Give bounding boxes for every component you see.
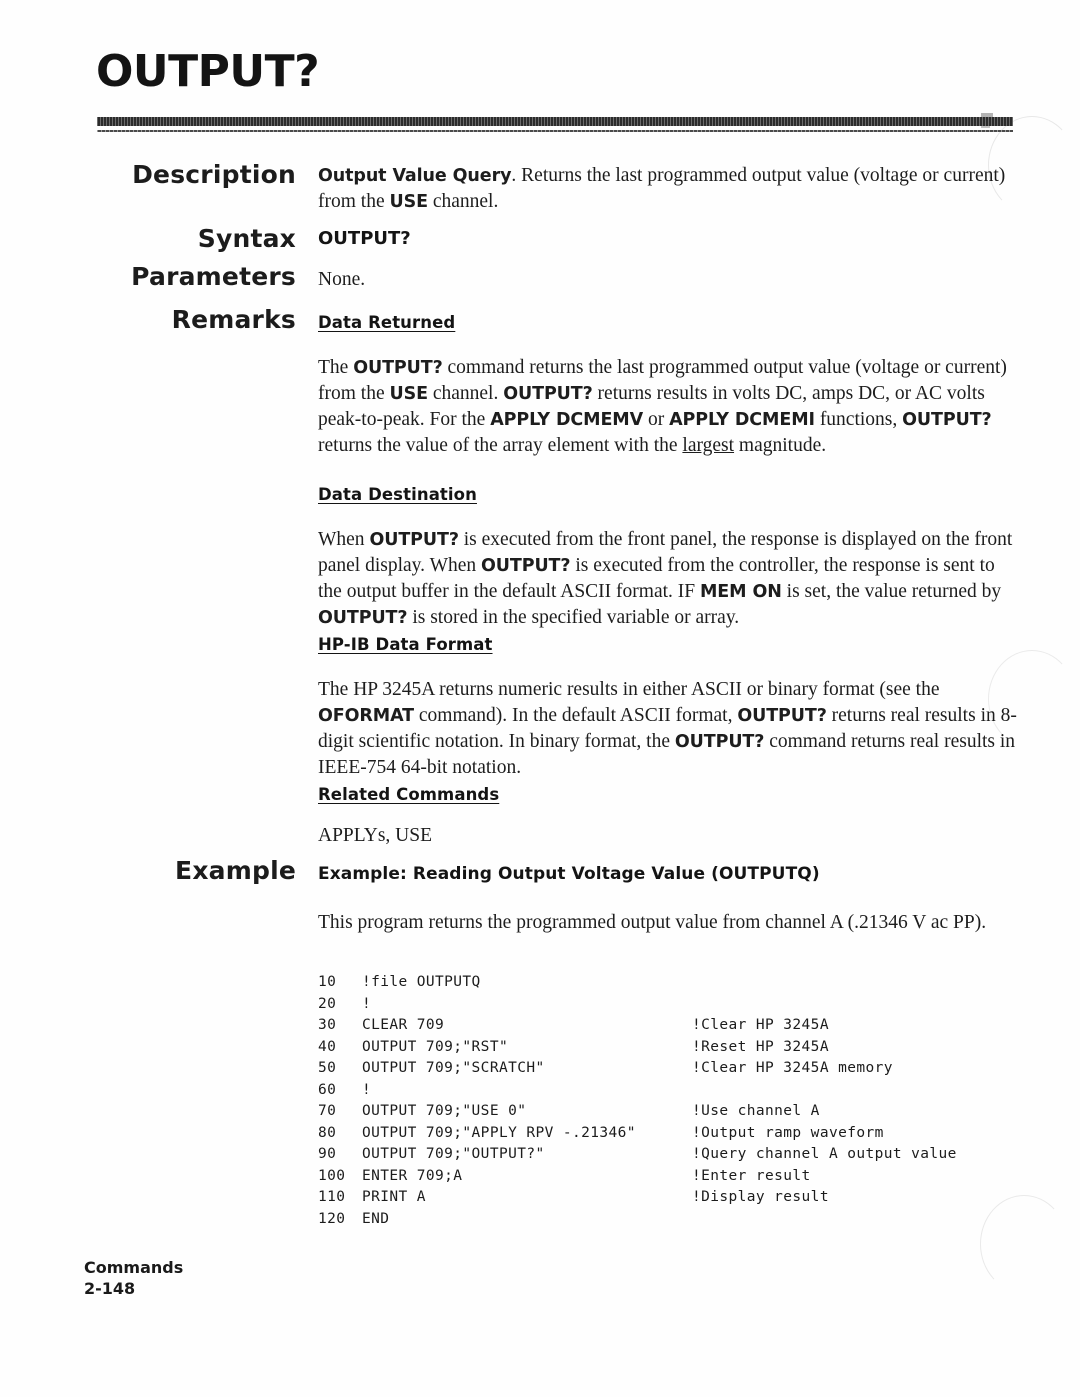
code-line: 40 OUTPUT 709;"RST" !Reset HP 3245A (318, 1037, 957, 1059)
code-line-source: OUTPUT 709;"OUTPUT?" (362, 1146, 545, 1162)
description-paragraph: Output Value Query. Returns the last pro… (318, 163, 1018, 215)
dr-t8: magnitude. (734, 435, 827, 456)
code-line-source: OUTPUT 709;"APPLY RPV -.21346" (362, 1124, 636, 1141)
hp-b3: OUTPUT? (674, 732, 765, 752)
code-line-source: OUTPUT 709;"SCRATCH" (362, 1060, 545, 1076)
subheading-hpib-data-format: HP-IB Data Format (318, 635, 493, 654)
page-footer: Commands 2-148 (84, 1257, 183, 1299)
code-line: 30 CLEAR 709 !Clear HP 3245A (318, 1015, 957, 1037)
code-line-source: CLEAR 709 (362, 1017, 445, 1033)
dd-t1: When (318, 529, 370, 550)
code-line-number: 80 (318, 1124, 337, 1141)
code-line-source: ENTER 709;A (362, 1167, 463, 1184)
dr-b5: APPLY DCMEMI (669, 410, 815, 430)
code-line-number: 100 (318, 1167, 346, 1184)
footer-page-number: 2-148 (84, 1279, 136, 1298)
code-line-number: 110 (318, 1189, 346, 1205)
code-line-comment: !Output ramp waveform (692, 1124, 884, 1141)
subheading-related-commands: Related Commands (318, 785, 500, 804)
code-line-comment: !Enter result (692, 1167, 811, 1184)
page-title: OUTPUT? (96, 46, 320, 97)
code-line-number: 30 (318, 1017, 337, 1033)
hp-t2: command). In the default ASCII format, (414, 705, 738, 726)
section-label-remarks: Remarks (171, 305, 296, 334)
example-heading: Example: Reading Output Voltage Value (O… (318, 864, 820, 884)
code-line-comment: !Query channel A output value (692, 1146, 957, 1162)
subheading-data-destination: Data Destination (318, 485, 477, 504)
code-line: 120 END (318, 1209, 957, 1231)
dd-b2: OUTPUT? (481, 556, 571, 576)
code-line-number: 10 (318, 974, 337, 990)
dr-t5: or (643, 409, 670, 430)
code-line-comment: !Clear HP 3245A memory (692, 1060, 893, 1076)
code-line-source: ! (362, 995, 372, 1012)
code-line: 60! (318, 1080, 957, 1102)
scan-arc-artifact (980, 1195, 1068, 1293)
code-line-number: 40 (318, 1038, 337, 1055)
dd-t5: is stored in the specified variable or a… (407, 607, 740, 628)
dr-b6: OUTPUT? (902, 410, 992, 430)
dd-t4: is set, the value returned by (781, 581, 1002, 602)
dd-b3: MEM ON (699, 582, 782, 602)
dr-b2: USE (389, 384, 428, 404)
dr-t1: The (318, 357, 354, 378)
section-label-parameters: Parameters (131, 262, 296, 291)
code-line: 90 OUTPUT 709;"OUTPUT?" !Query channel A o… (318, 1144, 957, 1166)
data-destination-paragraph: When OUTPUT? is executed from the front … (318, 527, 1018, 631)
example-code-listing: 10 !file OUTPUTQ 20! 30 CLEAR 709 !Clear HP 3… (318, 972, 957, 1230)
hp-t1: The HP 3245A returns numeric results in … (318, 679, 940, 700)
code-line-number: 120 (318, 1210, 346, 1227)
code-line: 80 OUTPUT 709;"APPLY RPV -.21346" !Output … (318, 1123, 957, 1145)
dd-b4: OUTPUT? (318, 608, 408, 628)
title-rule-thin (97, 130, 1013, 132)
dr-b4: APPLY DCMEMV (490, 410, 644, 430)
code-line-comment: !Use channel A (692, 1103, 820, 1119)
hp-b1: OFORMAT (318, 706, 415, 726)
example-intro-paragraph: This program returns the programmed outp… (318, 912, 987, 933)
section-label-syntax: Syntax (197, 224, 296, 253)
subheading-data-returned: Data Returned (318, 313, 456, 332)
footer-section: Commands (84, 1258, 184, 1277)
dr-b1: OUTPUT? (353, 358, 443, 378)
section-label-example: Example (175, 856, 296, 885)
hp-b2: OUTPUT? (737, 706, 827, 726)
code-line: 100 ENTER 709;A !Enter result (318, 1166, 957, 1188)
dr-t6: functions, (814, 409, 903, 430)
syntax-value: OUTPUT? (318, 228, 411, 249)
code-line-number: 70 (318, 1103, 337, 1119)
code-line-number: 90 (318, 1146, 337, 1162)
related-commands-value: APPLYs, USE (318, 825, 432, 846)
code-line-comment: !Reset HP 3245A (692, 1038, 829, 1055)
section-label-description: Description (132, 160, 296, 189)
code-line-source: END (362, 1210, 390, 1227)
code-line-comment: !Clear HP 3245A (692, 1017, 829, 1033)
code-line-number: 50 (318, 1060, 337, 1076)
title-rule-thick (97, 117, 1013, 126)
code-line-source: ! (362, 1081, 372, 1098)
code-line: 70 OUTPUT 709;"USE 0" !Use channel A (318, 1101, 957, 1123)
data-returned-paragraph: The OUTPUT? command returns the last pro… (318, 355, 1018, 459)
code-line-source: !file OUTPUTQ (362, 974, 481, 990)
parameters-value: None. (318, 269, 366, 290)
code-line: 20! (318, 994, 957, 1016)
code-line-source: OUTPUT 709;"RST" (362, 1038, 509, 1055)
manual-page: OUTPUT? Description Syntax Parameters Re… (0, 0, 1080, 1397)
code-line: 110 PRINT A !Display result (318, 1187, 957, 1209)
code-line: 10 !file OUTPUTQ (318, 972, 957, 994)
code-line: 50 OUTPUT 709;"SCRATCH" !Clear HP 3245A me… (318, 1058, 957, 1080)
description-text-b: channel. (427, 191, 499, 212)
code-line-source: PRINT A (362, 1189, 426, 1205)
dr-t3: channel. (427, 383, 504, 404)
dr-t7: returns the value of the array element w… (318, 435, 683, 456)
dr-underlined-largest: largest (682, 435, 735, 456)
dr-b3: OUTPUT? (503, 384, 593, 404)
description-lead: Output Value Query (318, 166, 512, 186)
code-line-source: OUTPUT 709;"USE 0" (362, 1103, 527, 1119)
code-line-number: 60 (318, 1081, 337, 1098)
hpib-data-format-paragraph: The HP 3245A returns numeric results in … (318, 677, 1018, 781)
description-use-term: USE (389, 192, 428, 212)
code-line-number: 20 (318, 995, 337, 1012)
code-line-comment: !Display result (692, 1189, 829, 1205)
dd-b1: OUTPUT? (369, 530, 459, 550)
